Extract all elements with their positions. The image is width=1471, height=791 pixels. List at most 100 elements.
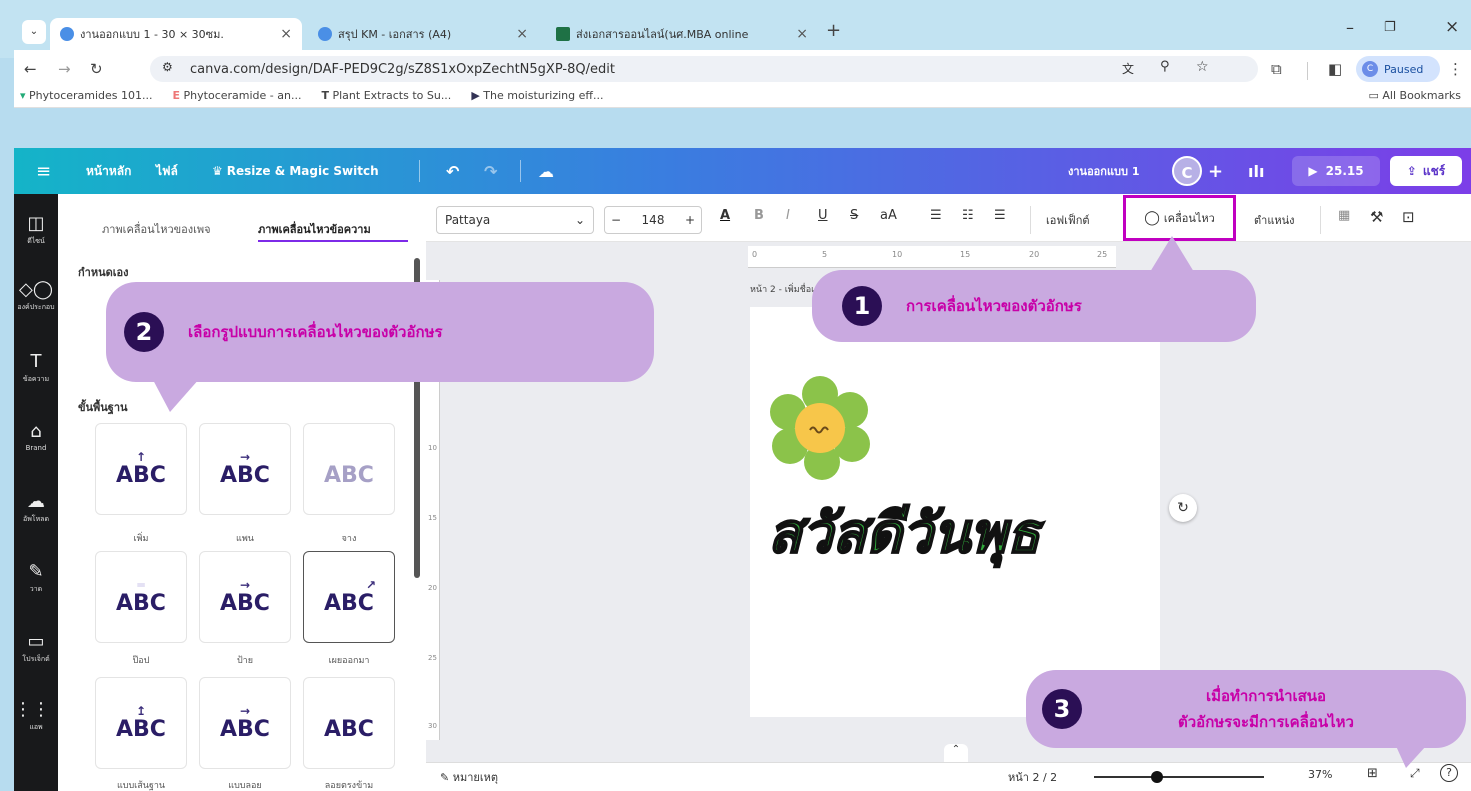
animation-baseline[interactable]: ↥ ABC: [95, 677, 187, 769]
present-button[interactable]: ▶ 25.15: [1292, 156, 1380, 186]
spacing-icon[interactable]: ☰: [994, 208, 1006, 223]
rail-design[interactable]: ◫ ดีไซน์: [14, 212, 58, 272]
reload-button[interactable]: ↻: [90, 60, 103, 78]
animation-fade[interactable]: .ABC: [303, 423, 395, 515]
tab-search-button[interactable]: ⌄: [22, 20, 46, 44]
animation-pop[interactable]: ═ ABC: [95, 551, 187, 643]
notes-button[interactable]: ✎ หมายเหตุ: [440, 768, 498, 786]
menu-home[interactable]: หน้าหลัก: [86, 148, 131, 194]
all-bookmarks[interactable]: ▭ All Bookmarks: [1369, 89, 1461, 102]
animation-breathe[interactable]: ↗ ABC: [303, 551, 395, 643]
bookmark-item[interactable]: ▾ Phytoceramides 101...: [20, 89, 153, 102]
translate-icon[interactable]: 文: [1122, 60, 1134, 77]
bold-icon[interactable]: B: [754, 208, 764, 223]
increase-size-icon[interactable]: +: [685, 213, 695, 227]
italic-icon[interactable]: I: [786, 208, 790, 223]
rail-apps[interactable]: ⋮⋮⋮ แอพ: [14, 698, 68, 758]
align-icon[interactable]: ☰: [930, 208, 942, 223]
rail-elements[interactable]: ◇◯ องค์ประกอบ: [14, 278, 58, 338]
grid-view-icon[interactable]: ⊞: [1367, 766, 1378, 781]
rail-projects[interactable]: ▭ โปรเจ็กต์: [14, 630, 58, 690]
help-icon[interactable]: ?: [1440, 764, 1458, 782]
profile-paused-chip[interactable]: C Paused: [1356, 56, 1440, 82]
strikethrough-icon[interactable]: S: [850, 208, 858, 223]
tab-km[interactable]: สรุป KM - เอกสาร (A4) ×: [308, 18, 538, 50]
rail-draw[interactable]: ✎ วาด: [14, 560, 58, 620]
page-counter[interactable]: หน้า 2 / 2: [1008, 768, 1057, 786]
hamburger-menu-icon[interactable]: ≡: [36, 148, 51, 194]
side-panel-icon[interactable]: ◧: [1328, 60, 1342, 78]
menu-file[interactable]: ไฟล์: [156, 148, 178, 194]
text-color-icon[interactable]: A: [720, 208, 730, 223]
notes-icon: ✎: [440, 771, 450, 784]
site-info-icon[interactable]: ⚙: [162, 60, 173, 74]
close-icon[interactable]: ×: [516, 26, 528, 42]
tab-design[interactable]: งานออกแบบ 1 - 30 × 30ซม. ×: [50, 18, 302, 50]
transparency-icon[interactable]: ▦: [1338, 208, 1350, 223]
bookmark-item[interactable]: ▶ The moisturizing eff...: [471, 89, 603, 102]
tab-page-animation[interactable]: ภาพเคลื่อนไหวของเพจ: [102, 220, 211, 238]
rail-text[interactable]: T ข้อความ: [14, 350, 58, 410]
list-icon[interactable]: ☷: [962, 208, 974, 223]
fullscreen-icon[interactable]: ⤢: [1410, 766, 1420, 781]
divider: [520, 160, 521, 182]
position-button[interactable]: ตำแหน่ง: [1254, 211, 1295, 229]
share-button[interactable]: ⇪ แชร์: [1390, 156, 1462, 186]
regenerate-icon[interactable]: ↻: [1169, 494, 1197, 522]
minimize-button[interactable]: –: [1346, 18, 1354, 37]
flower-graphic[interactable]: [762, 372, 882, 487]
brand-icon: ⌂: [30, 421, 42, 442]
font-size-stepper[interactable]: − 148 +: [604, 206, 702, 234]
callout-2: 2 เลือกรูปแบบการเคลื่อนไหวของตัวอักษร: [106, 282, 654, 382]
avatar[interactable]: C: [1172, 156, 1202, 186]
bookmark-item[interactable]: T Plant Extracts to Su...: [321, 89, 451, 102]
browser-menu-icon[interactable]: ⋮: [1448, 60, 1463, 78]
zoom-icon[interactable]: ⚲: [1160, 59, 1170, 74]
bookmark-item[interactable]: E Phytoceramide - an...: [173, 89, 302, 102]
letter-case-icon[interactable]: aA: [880, 208, 897, 223]
menu-resize[interactable]: ♛ Resize & Magic Switch: [212, 148, 379, 194]
tab-text-animation[interactable]: ภาพเคลื่อนไหวข้อความ: [258, 220, 371, 238]
decrease-size-icon[interactable]: −: [611, 213, 621, 227]
rail-uploads[interactable]: ☁ อัพโหลด: [14, 490, 58, 550]
new-tab-button[interactable]: +: [826, 20, 841, 41]
bookmark-star-icon[interactable]: ☆: [1196, 59, 1209, 75]
paint-format-icon[interactable]: ⚒: [1370, 208, 1383, 226]
cloud-saved-icon[interactable]: ☁: [538, 148, 554, 194]
restore-button[interactable]: ❐: [1384, 20, 1396, 35]
zoom-slider-thumb[interactable]: [1151, 771, 1163, 783]
font-dropdown[interactable]: Pattaya ⌄: [436, 206, 594, 234]
page-title[interactable]: หน้า 2 - เพิ่มชื่อเพจ: [750, 282, 814, 296]
insights-icon[interactable]: ılı: [1248, 148, 1264, 194]
animation-wipe[interactable]: → ABC: [199, 551, 291, 643]
animate-button[interactable]: ◯ เคลื่อนไหว: [1123, 195, 1236, 241]
animation-rise[interactable]: ↑ ABC: [95, 423, 187, 515]
underline-icon[interactable]: U: [818, 208, 828, 223]
callout-1: 1 การเคลื่อนไหวของตัวอักษร: [812, 270, 1256, 342]
undo-icon[interactable]: ↶: [446, 148, 459, 194]
animation-drift[interactable]: → ABC: [199, 677, 291, 769]
collapse-chevron-icon[interactable]: ⌃: [944, 744, 968, 762]
extensions-icon[interactable]: ⧉: [1271, 60, 1282, 78]
address-bar[interactable]: ⚙ canva.com/design/DAF-PED9C2g/sZ8S1xOxp…: [150, 56, 1258, 82]
design-name[interactable]: งานออกแบบ 1: [1068, 148, 1139, 194]
rail-brand[interactable]: ⌂ Brand: [14, 420, 58, 480]
redo-icon[interactable]: ↷: [484, 148, 497, 194]
back-button[interactable]: ←: [24, 60, 37, 78]
divider: [1320, 206, 1321, 234]
window-close-button[interactable]: ×: [1445, 17, 1459, 37]
forward-button[interactable]: →: [58, 60, 71, 78]
tab-mba[interactable]: ส่งเอกสารออนไลน์(นศ.MBA online ×: [546, 18, 818, 50]
canvas-heading[interactable]: สวัสดีวันพุธ: [768, 490, 1158, 580]
animation-pan[interactable]: → ABC: [199, 423, 291, 515]
zoom-slider-track[interactable]: [1094, 776, 1264, 778]
lock-icon[interactable]: ⊡: [1402, 208, 1415, 226]
effects-button[interactable]: เอฟเฟ็กต์: [1046, 211, 1090, 229]
section-custom: กำหนดเอง: [78, 266, 129, 279]
close-icon[interactable]: ×: [280, 26, 292, 42]
play-icon: ▶: [1308, 164, 1318, 178]
add-collaborator-icon[interactable]: +: [1208, 148, 1223, 194]
close-icon[interactable]: ×: [796, 26, 808, 42]
animation-tectonic[interactable]: .ABC: [303, 677, 395, 769]
zoom-level[interactable]: 37%: [1308, 768, 1332, 781]
